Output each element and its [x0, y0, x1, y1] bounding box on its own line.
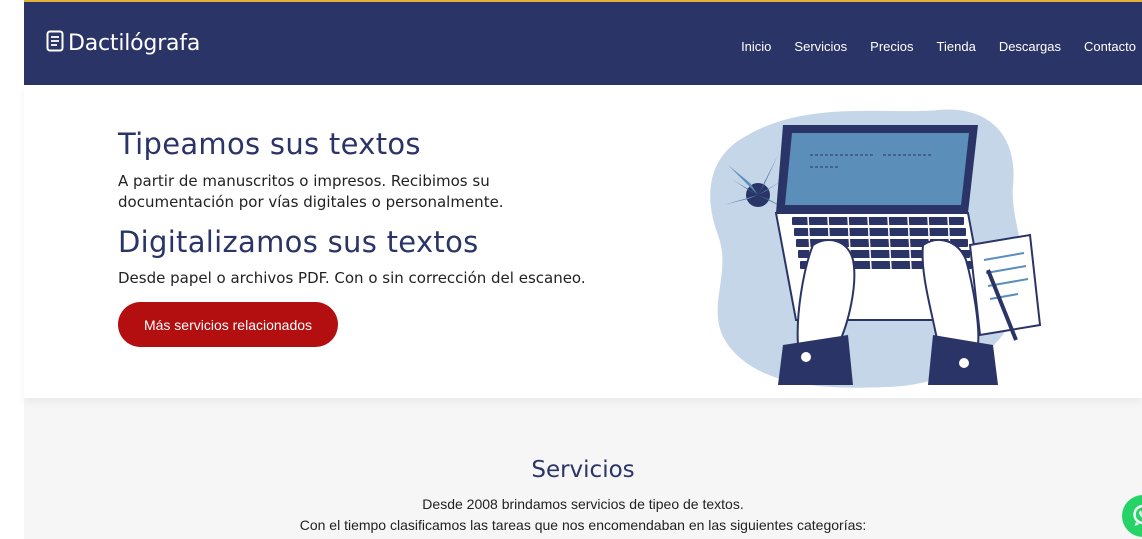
notepad-icon — [968, 233, 1042, 341]
hero-text-digitizing: Desde papel o archivos PDF. Con o sin co… — [118, 269, 586, 287]
services-title: Servicios — [531, 457, 635, 483]
page: Dactilógrafa Inicio Servicios Precios Ti… — [24, 0, 1142, 539]
logo[interactable]: Dactilógrafa — [46, 30, 200, 57]
document-icon — [46, 30, 64, 57]
site-header: Dactilógrafa Inicio Servicios Precios Ti… — [24, 2, 1142, 85]
hero-title-typing: Tipeamos sus textos — [118, 127, 421, 161]
main-nav: Inicio Servicios Precios Tienda Descarga… — [741, 39, 1136, 54]
whatsapp-icon — [1130, 502, 1142, 531]
nav-link-precios[interactable]: Precios — [870, 39, 913, 54]
hero-text-typing: A partir de manuscritos o impresos. Reci… — [118, 172, 504, 211]
services-intro-line1: Desde 2008 brindamos servicios de tipeo … — [422, 496, 744, 512]
window-left-edge — [0, 0, 26, 539]
laptop-typing-illustration — [688, 95, 1048, 395]
more-services-button[interactable]: Más servicios relacionados — [118, 302, 338, 347]
services-intro-line2: Con el tiempo clasificamos las tareas qu… — [299, 517, 867, 533]
nav-link-contacto[interactable]: Contacto — [1084, 39, 1136, 54]
nav-link-tienda[interactable]: Tienda — [937, 39, 976, 54]
nav-link-inicio[interactable]: Inicio — [741, 39, 771, 54]
logo-text: Dactilógrafa — [68, 31, 201, 56]
nav-link-descargas[interactable]: Descargas — [999, 39, 1061, 54]
hero-section: Tipeamos sus textos A partir de manuscri… — [24, 85, 1142, 398]
hero-title-digitizing: Digitalizamos sus textos — [118, 225, 479, 259]
nav-link-servicios[interactable]: Servicios — [794, 39, 847, 54]
